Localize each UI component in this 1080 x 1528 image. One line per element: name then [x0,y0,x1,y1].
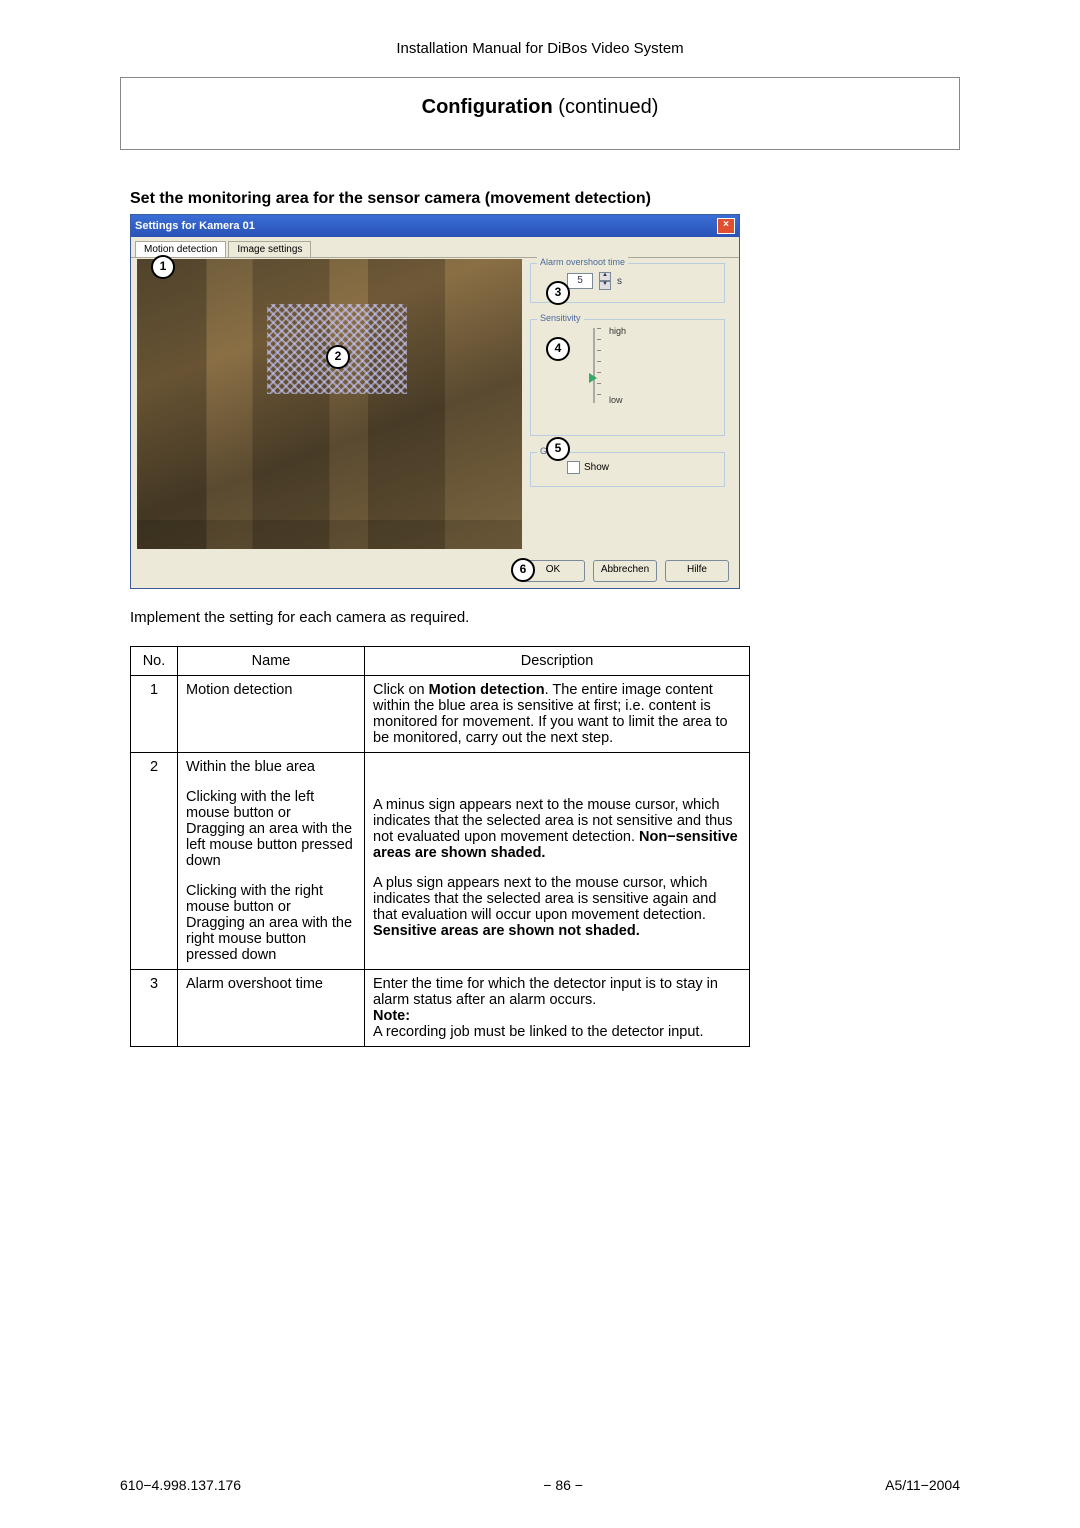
col-header-description: Description [365,647,750,676]
cell-no: 1 [131,676,178,753]
footer-left: 610−4.998.137.176 [120,1477,241,1493]
subheading: Set the monitoring area for the sensor c… [120,190,960,208]
spinner-buttons[interactable]: ▲ ▼ [599,272,611,290]
help-button[interactable]: Hilfe [665,560,729,582]
col-header-name: Name [178,647,365,676]
callout-6: 6 [511,558,535,582]
callout-5: 5 [546,437,570,461]
section-heading-box: Configuration (continued) [120,77,960,150]
cell-name: Within the blue area Clicking with the l… [178,753,365,970]
footer-right: A5/11−2004 [885,1477,960,1493]
name-line: Within the blue area [186,759,356,775]
table-header-row: No. Name Description [131,647,750,676]
note-label: Note: [373,1008,410,1024]
callout-2: 2 [326,345,350,369]
desc-bold: Motion detection [429,682,545,698]
section-heading-bold: Configuration [422,96,553,118]
spinner-up-icon[interactable]: ▲ [599,272,611,281]
name-line: Dragging an area with the left mouse but… [186,821,356,869]
tab-motion-detection[interactable]: Motion detection [135,241,226,257]
instruction-text: Implement the setting for each camera as… [130,609,960,626]
desc-text: Click on [373,682,429,698]
tab-strip: Motion detection Image settings [131,237,739,258]
desc-line: Enter the time for which the detector in… [373,976,741,1008]
dialog-button-row: OK Abbrechen Hilfe [521,560,729,582]
tab-image-settings[interactable]: Image settings [228,241,311,257]
cell-no: 2 [131,753,178,970]
cell-description: A minus sign appears next to the mouse c… [365,753,750,970]
desc-bold: Sensitive areas are shown not shaded. [373,923,640,939]
table-row: 3 Alarm overshoot time Enter the time fo… [131,970,750,1047]
desc-text: A plus sign appears next to the mouse cu… [373,875,716,923]
name-line: Clicking with the left mouse button or [186,789,356,821]
name-line: Dragging an area with the right mouse bu… [186,915,356,963]
slider-track [593,328,595,403]
name-line: Clicking with the right mouse button or [186,883,356,915]
cell-no: 3 [131,970,178,1047]
cell-description: Enter the time for which the detector in… [365,970,750,1047]
grid-show-checkbox[interactable] [567,461,580,474]
settings-dialog-screenshot: Settings for Kamera 01 × Motion detectio… [130,214,740,589]
callout-1: 1 [151,255,175,279]
description-table: No. Name Description 1 Motion detection … [130,646,750,1047]
section-heading-rest: (continued) [553,96,659,118]
sensitivity-slider[interactable]: high low [589,328,649,403]
sensitivity-high-label: high [609,326,626,336]
cell-name: Alarm overshoot time [178,970,365,1047]
slider-thumb-icon[interactable] [589,373,597,383]
dialog-body: Alarm overshoot time 5 ▲ ▼ s Sensitivity [137,259,733,558]
cancel-button[interactable]: Abbrechen [593,560,657,582]
table-row: 2 Within the blue area Clicking with the… [131,753,750,970]
callout-3: 3 [546,281,570,305]
close-icon[interactable]: × [717,218,735,234]
slider-ticks [597,328,603,403]
col-header-no: No. [131,647,178,676]
camera-preview[interactable] [137,259,522,549]
sensitivity-low-label: low [609,395,623,405]
footer-center: − 86 − [543,1477,583,1493]
grid-show-label: Show [584,462,609,473]
document-header: Installation Manual for DiBos Video Syst… [120,40,960,57]
table-row: 1 Motion detection Click on Motion detec… [131,676,750,753]
dialog-title: Settings for Kamera 01 [135,220,255,232]
callout-4: 4 [546,337,570,361]
desc-line: A recording job must be linked to the de… [373,1024,741,1040]
overshoot-unit: s [617,276,622,287]
cell-name: Motion detection [178,676,365,753]
legend-alarm-overshoot: Alarm overshoot time [537,257,628,267]
cell-description: Click on Motion detection. The entire im… [365,676,750,753]
page-footer: 610−4.998.137.176 − 86 − A5/11−2004 [120,1477,960,1493]
dialog-titlebar: Settings for Kamera 01 × [131,215,739,237]
overshoot-time-input[interactable]: 5 [567,273,593,289]
legend-sensitivity: Sensitivity [537,313,584,323]
spinner-down-icon[interactable]: ▼ [599,281,611,290]
